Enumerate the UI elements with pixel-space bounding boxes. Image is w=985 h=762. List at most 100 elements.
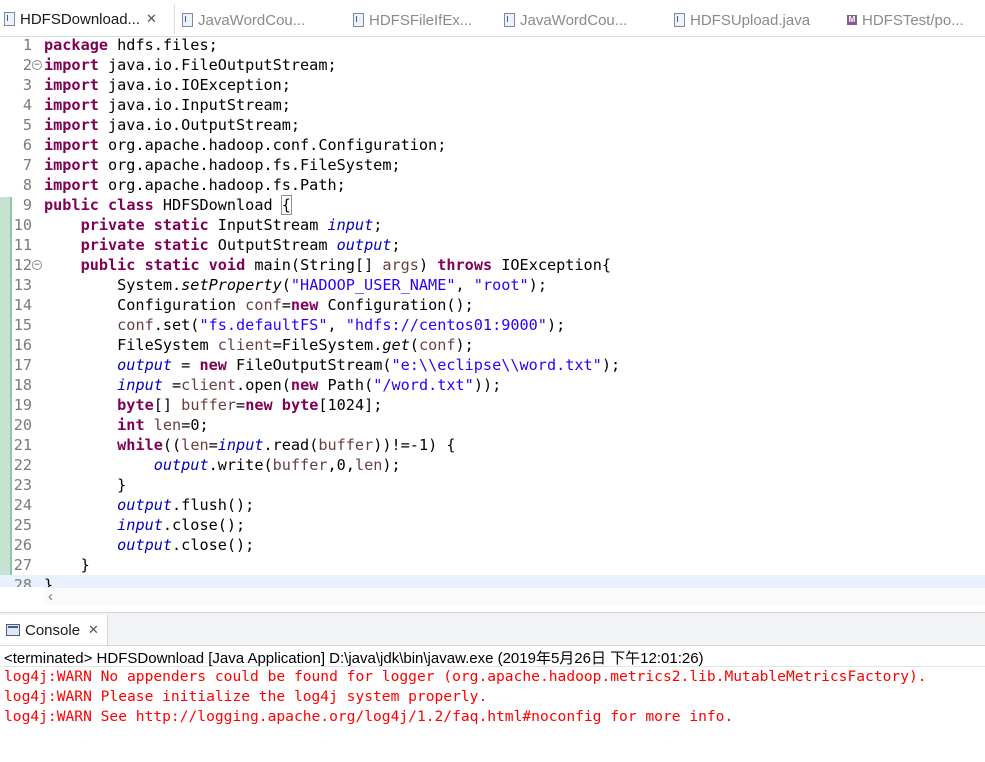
code-line[interactable]: 25 input.close();	[0, 515, 985, 535]
tab-hdfsdownload[interactable]: HDFSDownload... ✕	[0, 4, 175, 34]
line-number: 15	[13, 316, 32, 334]
code-line[interactable]: 8 import org.apache.hadoop.fs.Path;	[0, 175, 985, 195]
line-number: 27	[13, 556, 32, 574]
maven-pom-icon: M	[847, 15, 857, 25]
line-number: 20	[13, 416, 32, 434]
code-line[interactable]: 3 import java.io.IOException;	[0, 75, 985, 95]
tab-javawordcount-1[interactable]: JavaWordCou...	[178, 7, 338, 33]
tab-hdfsfileifexists[interactable]: HDFSFileIfEx...	[349, 7, 499, 33]
console-status: <terminated> HDFSDownload [Java Applicat…	[4, 650, 704, 667]
code-line[interactable]: 11 private static OutputStream output;	[0, 235, 985, 255]
line-number: 18	[13, 376, 32, 394]
java-file-icon	[182, 13, 193, 27]
tab-hdfsupload[interactable]: HDFSUpload.java	[670, 7, 830, 33]
code-line[interactable]: 19 byte[] buffer=new byte[1024];	[0, 395, 985, 415]
code-text: }	[44, 576, 54, 587]
close-icon[interactable]: ✕	[88, 622, 99, 638]
tab-label: JavaWordCou...	[520, 11, 628, 29]
code-line[interactable]: 26 output.close();	[0, 535, 985, 555]
code-line[interactable]: 9 public class HDFSDownload {	[0, 195, 985, 215]
console-output-line: log4j:WARN Please initialize the log4j s…	[4, 688, 488, 705]
line-number: 6	[22, 136, 32, 154]
line-number: 1	[22, 37, 32, 54]
tab-label: HDFSDownload...	[20, 10, 141, 28]
tab-label: JavaWordCou...	[198, 11, 306, 29]
code-line[interactable]: 27 }	[0, 555, 985, 575]
line-number: 16	[13, 336, 32, 354]
code-line[interactable]: 18 input =client.open(new Path("/word.tx…	[0, 375, 985, 395]
line-number: 12	[13, 256, 32, 274]
code-line[interactable]: 20 int len=0;	[0, 415, 985, 435]
code-editor[interactable]: 1 package hdfs.files; 2− import java.io.Fil…	[0, 37, 985, 587]
code-text: private static InputStream input;	[80, 216, 383, 234]
code-text: System.setProperty("HADOOP_USER_NAME", "…	[44, 276, 547, 294]
tab-label: HDFSFileIfEx...	[369, 11, 473, 29]
line-number: 11	[13, 236, 32, 254]
line-number: 21	[13, 436, 32, 454]
code-text: public class HDFSDownload {	[44, 195, 292, 215]
console-tab-bar: Console ✕	[0, 612, 985, 646]
line-number: 3	[22, 76, 32, 94]
java-file-icon	[353, 13, 364, 27]
fold-collapse-icon[interactable]: −	[32, 260, 42, 270]
line-number: 24	[13, 496, 32, 514]
code-text: import java.io.FileOutputStream;	[44, 56, 337, 74]
code-line[interactable]: 13 System.setProperty("HADOOP_USER_NAME"…	[0, 275, 985, 295]
code-text: import java.io.IOException;	[44, 76, 291, 94]
code-text: FileSystem client=FileSystem.get(conf);	[44, 336, 474, 354]
code-text: import java.io.OutputStream;	[44, 116, 301, 134]
code-line[interactable]: 1 package hdfs.files;	[0, 37, 985, 55]
code-line[interactable]: 14 Configuration conf=new Configuration(…	[0, 295, 985, 315]
line-number: 19	[13, 396, 32, 414]
code-line[interactable]: 7 import org.apache.hadoop.fs.FileSystem;	[0, 155, 985, 175]
line-number: 7	[22, 156, 32, 174]
java-file-icon	[504, 13, 515, 27]
code-text: import java.io.InputStream;	[44, 96, 291, 114]
code-text: input.close();	[117, 516, 246, 534]
line-number: 10	[13, 216, 32, 234]
code-text: }	[44, 556, 90, 574]
code-line[interactable]: 4 import java.io.InputStream;	[0, 95, 985, 115]
line-number: 5	[22, 116, 32, 134]
line-number: 26	[13, 536, 32, 554]
fold-collapse-icon[interactable]: −	[32, 60, 42, 70]
code-line[interactable]: 6 import org.apache.hadoop.conf.Configura…	[0, 135, 985, 155]
line-number: 8	[22, 176, 32, 194]
java-file-icon	[4, 12, 15, 26]
scroll-left-icon[interactable]: ‹	[48, 588, 53, 605]
tab-javawordcount-2[interactable]: JavaWordCou...	[500, 7, 660, 33]
line-number: 13	[13, 276, 32, 294]
console-output-line: log4j:WARN See http://logging.apache.org…	[4, 708, 734, 725]
line-number: 4	[22, 96, 32, 114]
code-line[interactable]: 23 }	[0, 475, 985, 495]
code-text: output = new FileOutputStream("e:\\eclip…	[117, 356, 621, 374]
code-line[interactable]: 5 import java.io.OutputStream;	[0, 115, 985, 135]
code-text: byte[] buffer=new byte[1024];	[117, 396, 383, 414]
code-text: Configuration conf=new Configuration();	[44, 296, 474, 314]
code-text: input =client.open(new Path("/word.txt")…	[117, 376, 502, 394]
editor-tab-bar: HDFSDownload... ✕ JavaWordCou... HDFSFil…	[0, 0, 985, 37]
code-line[interactable]: 21 while((len=input.read(buffer))!=-1) {	[0, 435, 985, 455]
code-line[interactable]: 15 conf.set("fs.defaultFS", "hdfs://cent…	[0, 315, 985, 335]
tab-console[interactable]: Console ✕	[0, 615, 108, 645]
code-text: import org.apache.hadoop.conf.Configurat…	[44, 136, 447, 154]
code-line[interactable]: 2− import java.io.FileOutputStream;	[0, 55, 985, 75]
code-text: package hdfs.files;	[44, 37, 218, 54]
code-line[interactable]: 10 private static InputStream input;	[0, 215, 985, 235]
console-icon	[6, 624, 20, 636]
line-number: 22	[13, 456, 32, 474]
code-text: private static OutputStream output;	[80, 236, 401, 254]
code-line[interactable]: 22 output.write(buffer,0,len);	[0, 455, 985, 475]
line-number: 2	[22, 56, 32, 74]
code-line[interactable]: 28}	[0, 575, 985, 587]
horizontal-scrollbar[interactable]: ‹	[44, 587, 985, 605]
code-line[interactable]: 16 FileSystem client=FileSystem.get(conf…	[0, 335, 985, 355]
tab-hdfstest-pom[interactable]: M HDFSTest/po...	[843, 7, 983, 33]
code-text: output.close();	[117, 536, 255, 554]
code-line[interactable]: 24 output.flush();	[0, 495, 985, 515]
code-text: int len=0;	[117, 416, 209, 434]
console-tab-label: Console	[25, 621, 81, 639]
close-icon[interactable]: ✕	[146, 11, 157, 27]
code-line[interactable]: 17 output = new FileOutputStream("e:\\ec…	[0, 355, 985, 375]
code-line[interactable]: 12− public static void main(String[] arg…	[0, 255, 985, 275]
